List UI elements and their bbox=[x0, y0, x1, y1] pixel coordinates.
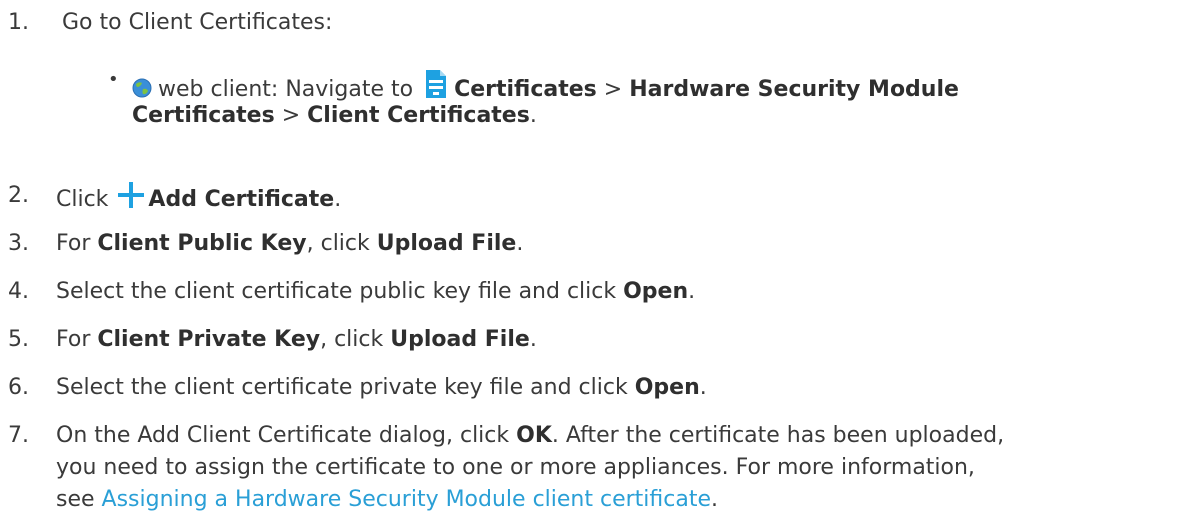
nav-separator: > bbox=[603, 77, 623, 102]
bullet-dot: • bbox=[108, 69, 119, 90]
step-mid: , click bbox=[320, 327, 384, 352]
step-number: 5. bbox=[8, 327, 29, 352]
certificate-icon bbox=[426, 70, 447, 98]
step-text-line-2: you need to assign the certificate to on… bbox=[56, 455, 975, 480]
upload-file-label[interactable]: Upload File bbox=[377, 231, 517, 256]
assign-certificate-link[interactable]: Assigning a Hardware Security Module cli… bbox=[102, 487, 711, 512]
open-label[interactable]: Open bbox=[635, 375, 700, 400]
step-post: . bbox=[516, 231, 524, 256]
step-pre: For bbox=[56, 231, 91, 256]
step-text-line-3: see Assigning a Hardware Security Module… bbox=[56, 484, 718, 516]
step-post: . bbox=[334, 187, 342, 212]
nav-prefix: web client: Navigate to bbox=[158, 77, 414, 102]
step-mid: , click bbox=[306, 231, 370, 256]
step-pre: Select the client certificate private ke… bbox=[56, 375, 628, 400]
step-text: Click Add Certificate. bbox=[56, 180, 341, 216]
step-text: Go to Client Certificates: bbox=[62, 10, 333, 35]
plus-icon bbox=[118, 182, 145, 208]
step-number: 2. bbox=[8, 183, 29, 208]
step-post: . bbox=[699, 375, 707, 400]
step-pre: On the Add Client Certificate dialog, cl… bbox=[56, 423, 510, 448]
step-post: . bbox=[529, 327, 537, 352]
step-number: 7. bbox=[8, 423, 29, 448]
step-text-line-1: On the Add Client Certificate dialog, cl… bbox=[56, 420, 1004, 452]
step-end: . bbox=[711, 487, 718, 512]
nav-separator: > bbox=[281, 103, 301, 128]
client-public-key-label: Client Public Key bbox=[97, 231, 307, 256]
sub-bullet-line-2: Certificates > Client Certificates. bbox=[132, 100, 537, 132]
step-text: Select the client certificate private ke… bbox=[56, 372, 707, 404]
step-post: . bbox=[688, 279, 696, 304]
nav-certificates[interactable]: Certificates bbox=[454, 77, 597, 102]
instructions-page: 1. Go to Client Certificates: • web clie… bbox=[0, 0, 1182, 512]
ok-label[interactable]: OK bbox=[516, 423, 552, 448]
step-text: For Client Private Key, click Upload Fil… bbox=[56, 324, 537, 356]
nav-client-certificates[interactable]: Client Certificates bbox=[307, 103, 530, 128]
step-7: 7. On the Add Client Certificate dialog,… bbox=[0, 420, 1182, 516]
client-private-key-label: Client Private Key bbox=[97, 327, 321, 352]
step-number: 6. bbox=[8, 375, 29, 400]
step-number: 1. bbox=[8, 10, 29, 35]
step-number: 3. bbox=[8, 231, 29, 256]
upload-file-label[interactable]: Upload File bbox=[390, 327, 530, 352]
step-text: Select the client certificate public key… bbox=[56, 276, 695, 308]
step-text: For Client Public Key, click Upload File… bbox=[56, 228, 523, 260]
see-prefix: see bbox=[56, 487, 95, 512]
nav-hsm-certificates[interactable]: Certificates bbox=[132, 103, 275, 128]
nav-end: . bbox=[529, 103, 537, 128]
open-label[interactable]: Open bbox=[623, 279, 688, 304]
step-post: . After the certificate has been uploade… bbox=[551, 423, 1005, 448]
step-pre: Click bbox=[56, 187, 109, 212]
step-pre: Select the client certificate public key… bbox=[56, 279, 617, 304]
step-pre: For bbox=[56, 327, 91, 352]
globe-icon bbox=[132, 78, 152, 98]
step-number: 4. bbox=[8, 279, 29, 304]
nav-hsm[interactable]: Hardware Security Module bbox=[629, 77, 959, 102]
add-certificate-label[interactable]: Add Certificate bbox=[148, 187, 334, 212]
